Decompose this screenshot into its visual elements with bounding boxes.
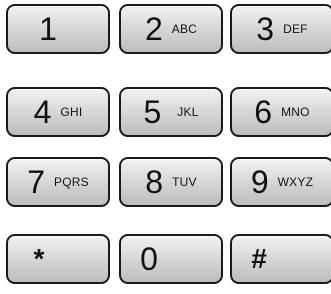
key-digit: 6 — [254, 94, 273, 130]
key-digit: 8 — [145, 164, 164, 200]
key-digit: 5 — [143, 94, 162, 130]
key-letters: ABC — [171, 22, 198, 36]
key-letters: MNO — [281, 105, 310, 119]
key-letters: DEF — [283, 22, 308, 36]
key-8[interactable]: 8 TUV — [119, 157, 223, 207]
key-digit: 9 — [250, 164, 269, 200]
key-digit: 3 — [256, 11, 275, 47]
key-6[interactable]: 6 MNO — [230, 87, 331, 137]
key-5[interactable]: 5 JKL — [119, 87, 223, 137]
key-letters: TUV — [172, 175, 197, 189]
key-0[interactable]: 0 — [119, 234, 223, 284]
key-2[interactable]: 2 ABC — [119, 4, 223, 54]
key-letters: WXYZ — [277, 175, 314, 189]
tactile-dot-icon — [166, 109, 173, 115]
key-letters: JKL — [177, 105, 199, 119]
key-letters: PQRS — [53, 175, 89, 189]
key-3[interactable]: 3 DEF — [230, 4, 331, 54]
key-digit: 2 — [144, 11, 163, 47]
key-digit: 0 — [140, 241, 158, 277]
key-9[interactable]: 9 WXYZ — [230, 157, 331, 207]
key-digit: 1 — [39, 11, 57, 47]
key-digit: * — [33, 243, 45, 274]
dial-keypad: 1 2 ABC 3 DEF 4 GHI 5 JKL 6 MNO 7 PQRS 8… — [6, 4, 331, 294]
key-digit: 4 — [33, 94, 52, 130]
key-star[interactable]: * — [6, 234, 110, 284]
key-4[interactable]: 4 GHI — [6, 87, 110, 137]
key-letters: GHI — [60, 105, 83, 119]
key-hash[interactable]: # — [230, 234, 331, 284]
key-digit: 7 — [27, 164, 45, 200]
key-digit: # — [251, 243, 267, 274]
key-1[interactable]: 1 — [6, 4, 110, 54]
key-7[interactable]: 7 PQRS — [6, 157, 110, 207]
